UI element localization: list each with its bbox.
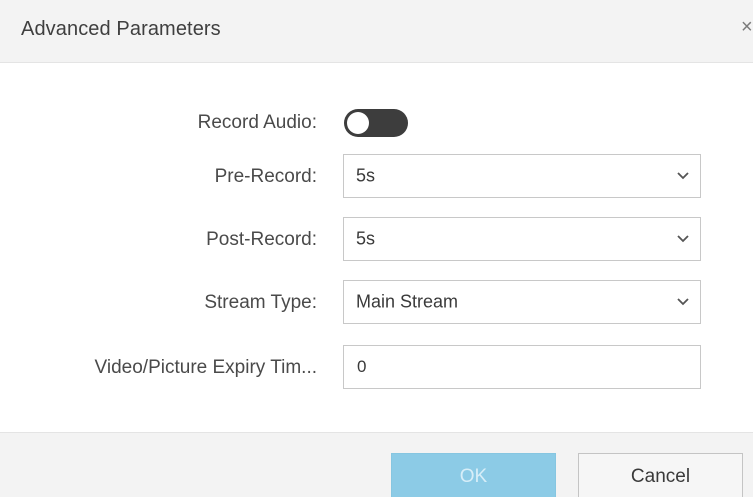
chevron-down-icon (677, 235, 689, 243)
chevron-down-icon (677, 298, 689, 306)
advanced-parameters-dialog: Advanced Parameters × Record Audio: Pre-… (0, 0, 753, 497)
stream-type-value: Main Stream (356, 291, 459, 312)
pre-record-select[interactable]: 5s (343, 154, 701, 198)
stream-type-label: Stream Type: (204, 292, 317, 313)
expiry-time-value: 0 (357, 357, 367, 376)
dialog-header: Advanced Parameters × (0, 0, 753, 63)
dialog-footer: OK Cancel (0, 432, 753, 497)
pre-record-label: Pre-Record: (214, 166, 317, 187)
stream-type-row: Stream Type: Main Stream (0, 280, 753, 326)
stream-type-select[interactable]: Main Stream (343, 280, 701, 324)
expiry-time-input[interactable]: 0 (343, 345, 701, 389)
chevron-down-icon (677, 172, 689, 180)
record-audio-toggle[interactable] (344, 109, 408, 137)
post-record-row: Post-Record: 5s (0, 217, 753, 263)
expiry-time-row: Video/Picture Expiry Tim... 0 (0, 345, 753, 391)
pre-record-row: Pre-Record: 5s (0, 154, 753, 200)
record-audio-label: Record Audio: (197, 112, 317, 133)
dialog-title: Advanced Parameters (21, 18, 221, 40)
close-icon[interactable]: × (741, 17, 753, 37)
ok-button[interactable]: OK (391, 453, 556, 497)
post-record-label: Post-Record: (206, 229, 317, 250)
cancel-button[interactable]: Cancel (578, 453, 743, 497)
expiry-time-label: Video/Picture Expiry Tim... (94, 357, 317, 378)
post-record-value: 5s (356, 228, 376, 249)
toggle-knob (347, 112, 369, 134)
record-audio-row: Record Audio: (0, 100, 753, 146)
pre-record-value: 5s (356, 165, 376, 186)
post-record-select[interactable]: 5s (343, 217, 701, 261)
